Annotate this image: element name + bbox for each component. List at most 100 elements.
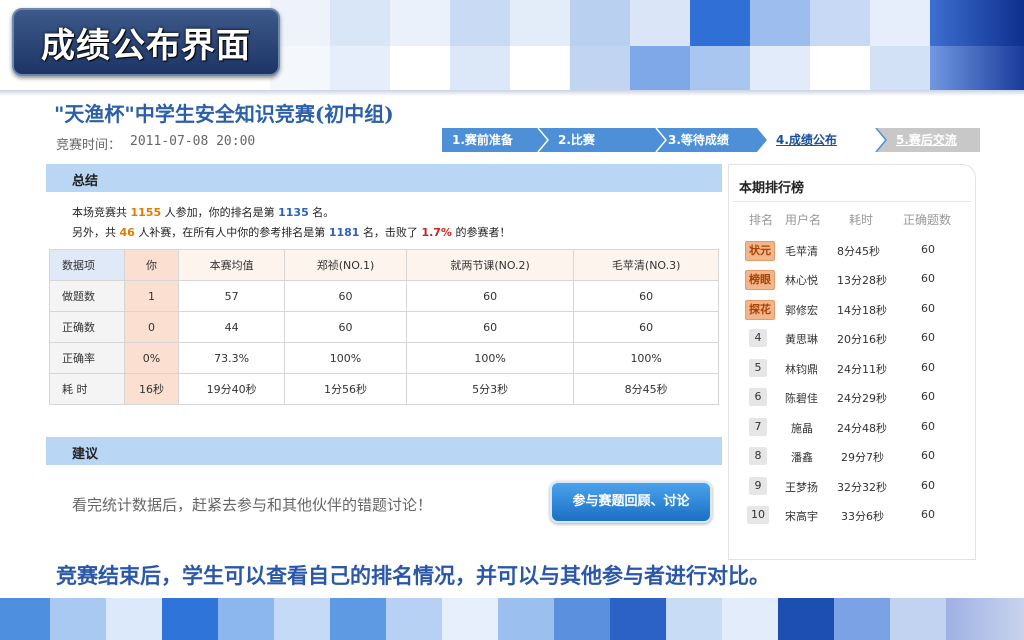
- table-cell: 做题数: [49, 280, 125, 312]
- ranking-col-rank: 排名: [749, 213, 774, 227]
- stats-table: 数据项 你 本赛均值 郑祯(NO.1) 就两节课(NO.2) 毛苹清(NO.3)…: [49, 249, 719, 405]
- step-discussion[interactable]: 5.赛后交流: [886, 128, 957, 152]
- rank-badge: 9: [749, 477, 767, 495]
- ranking-row[interactable]: 9 王梦扬 32分32秒 60: [729, 473, 975, 503]
- ranking-title: 本期排行榜: [739, 181, 805, 196]
- summary-header: 总结: [46, 164, 722, 192]
- table-cell: 0%: [123, 342, 180, 374]
- ranking-user: 林钧鼎: [785, 363, 818, 376]
- table-cell: 57: [178, 280, 286, 312]
- ranking-row[interactable]: 榜眼 林心悦 13分28秒 60: [729, 266, 975, 296]
- summary-text: 名，击败了: [362, 226, 418, 239]
- summary-text: 名。: [312, 206, 335, 219]
- ranking-time: 24分11秒: [837, 363, 887, 376]
- step-prep[interactable]: 1.赛前准备: [442, 128, 513, 152]
- ranking-panel: 本期排行榜 排名 用户名 耗时 正确题数 状元 毛苹清 8分45秒 60 榜眼 …: [728, 164, 976, 560]
- slide-title: 成绩公布界面: [41, 26, 251, 66]
- review-discussion-button[interactable]: 参与赛题回顾、讨论: [550, 481, 712, 523]
- step-waiting[interactable]: 3.等待成绩: [656, 128, 729, 152]
- summary-line-2: 另外，共 46 人补赛，在所有人中你的参考排名是第 1181 名，击败了 1.7…: [72, 224, 510, 240]
- rank-badge: 5: [749, 359, 767, 377]
- footer-decoration: [0, 598, 1024, 640]
- summary-text: 人参加，你的排名是第: [164, 206, 275, 219]
- ranking-row[interactable]: 探花 郭修宏 14分18秒 60: [729, 296, 975, 326]
- ranking-user: 陈碧佳: [785, 392, 818, 405]
- table-cell: 73.3%: [178, 342, 286, 374]
- advice-header: 建议: [46, 437, 722, 465]
- column-header: 数据项: [49, 249, 125, 281]
- ranking-time: 32分32秒: [837, 481, 887, 494]
- column-header: 你: [123, 249, 180, 281]
- ranking-time: 33分6秒: [841, 510, 884, 523]
- ranking-time: 24分48秒: [837, 422, 887, 435]
- table-cell: 60: [405, 280, 575, 312]
- table-cell: 16秒: [123, 373, 180, 405]
- ranking-col-time: 耗时: [849, 213, 874, 227]
- ranking-correct: 60: [921, 390, 935, 403]
- ranking-divider: [733, 201, 971, 202]
- ranking-row[interactable]: 5 林钧鼎 24分11秒 60: [729, 355, 975, 385]
- table-cell: 19分40秒: [178, 373, 286, 405]
- reference-rank: 1181: [328, 226, 360, 239]
- total-participants: 1155: [130, 206, 162, 219]
- table-cell: 0: [123, 311, 180, 343]
- table-cell: 100%: [405, 342, 575, 374]
- rank-badge: 10: [747, 506, 769, 524]
- ranking-user: 潘鑫: [791, 451, 813, 464]
- ranking-row[interactable]: 8 潘鑫 29分7秒 60: [729, 443, 975, 473]
- table-cell: 1: [123, 280, 180, 312]
- ranking-user: 王梦扬: [785, 481, 818, 494]
- ranking-row[interactable]: 7 施晶 24分48秒 60: [729, 414, 975, 444]
- table-cell: 100%: [573, 342, 719, 374]
- ranking-correct: 60: [921, 508, 935, 521]
- rank-badge: 8: [749, 447, 767, 465]
- table-cell: 1分56秒: [284, 373, 407, 405]
- advice-text: 看完统计数据后，赶紧去参与和其他伙伴的错题讨论！: [72, 496, 433, 514]
- ranking-col-correct: 正确题数: [903, 213, 952, 227]
- table-cell: 100%: [284, 342, 407, 374]
- ranking-correct: 60: [921, 361, 935, 374]
- table-row: 正确数 0 44 60 60 60: [49, 311, 719, 343]
- ranking-user: 郭修宏: [785, 304, 818, 317]
- table-cell: 正确数: [49, 311, 125, 343]
- ranking-row[interactable]: 4 黄思琳 20分16秒 60: [729, 325, 975, 355]
- column-header: 就两节课(NO.2): [405, 249, 575, 281]
- ranking-time: 24分29秒: [837, 392, 887, 405]
- table-row: 正确率 0% 73.3% 100% 100% 100%: [49, 342, 719, 374]
- summary-text: 的参赛者！: [455, 226, 511, 239]
- ranking-row[interactable]: 10 宋高宇 33分6秒 60: [729, 502, 975, 532]
- rank-badge: 榜眼: [745, 270, 775, 290]
- table-cell: 60: [573, 280, 719, 312]
- ranking-time: 20分16秒: [837, 333, 887, 346]
- step-results[interactable]: 4.成绩公布: [766, 128, 837, 152]
- ranking-time: 29分7秒: [841, 451, 884, 464]
- column-header: 本赛均值: [178, 249, 286, 281]
- ranking-user: 施晶: [791, 422, 813, 435]
- ranking-correct: 60: [921, 243, 935, 256]
- progress-steps: 1.赛前准备 2.比赛 3.等待成绩 4.成绩公布 5.赛后交流: [442, 128, 980, 152]
- rank-badge: 7: [749, 418, 767, 436]
- ranking-time: 14分18秒: [837, 304, 887, 317]
- slide-caption: 竞赛结束后，学生可以查看自己的排名情况，并可以与其他参与者进行对比。: [56, 563, 770, 588]
- makeup-count: 46: [119, 226, 135, 239]
- beat-percentage: 1.7%: [421, 226, 452, 239]
- step-contest[interactable]: 2.比赛: [548, 128, 595, 152]
- slide-title-box: 成绩公布界面: [12, 8, 280, 76]
- ranking-user: 林心悦: [785, 274, 818, 287]
- rank-badge: 4: [749, 329, 767, 347]
- ranking-user: 黄思琳: [785, 333, 818, 346]
- ranking-row[interactable]: 状元 毛苹清 8分45秒 60: [729, 237, 975, 267]
- table-cell: 正确率: [49, 342, 125, 374]
- your-rank: 1135: [278, 206, 309, 219]
- ranking-user: 宋高宇: [785, 510, 818, 523]
- table-header-row: 数据项 你 本赛均值 郑祯(NO.1) 就两节课(NO.2) 毛苹清(NO.3): [49, 249, 719, 281]
- table-row: 耗 时 16秒 19分40秒 1分56秒 5分3秒 8分45秒: [49, 373, 719, 405]
- ranking-correct: 60: [921, 449, 935, 462]
- table-cell: 60: [405, 311, 575, 343]
- ranking-row[interactable]: 6 陈碧佳 24分29秒 60: [729, 384, 975, 414]
- ranking-user: 毛苹清: [785, 245, 818, 258]
- contest-title: "天渔杯"中学生安全知识竞赛(初中组): [54, 102, 394, 126]
- table-cell: 60: [573, 311, 719, 343]
- ranking-time: 8分45秒: [837, 245, 880, 258]
- table-cell: 60: [284, 311, 407, 343]
